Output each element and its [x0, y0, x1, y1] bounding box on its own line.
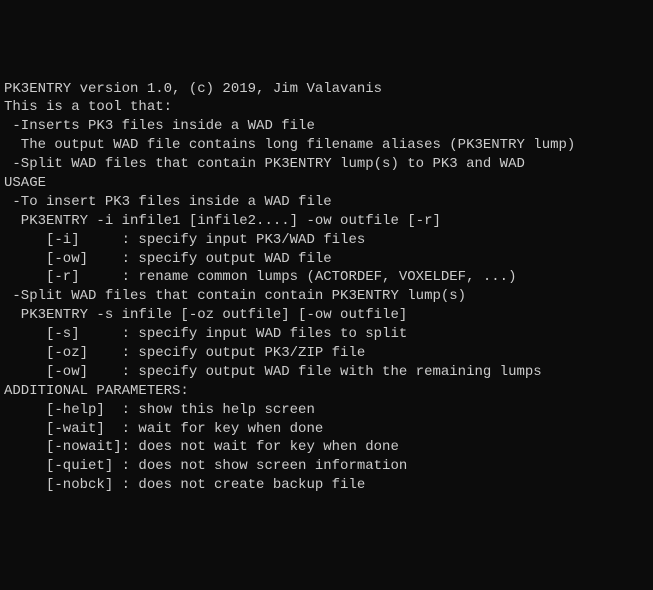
output-line: PK3ENTRY -s infile [-oz outfile] [-ow ou… — [4, 306, 653, 325]
output-line: [-ow] : specify output WAD file — [4, 250, 653, 269]
output-line: -Inserts PK3 files inside a WAD file — [4, 117, 653, 136]
output-line: [-quiet] : does not show screen informat… — [4, 457, 653, 476]
output-line: [-ow] : specify output WAD file with the… — [4, 363, 653, 382]
output-line: [-help] : show this help screen — [4, 401, 653, 420]
output-line: [-oz] : specify output PK3/ZIP file — [4, 344, 653, 363]
output-line: [-i] : specify input PK3/WAD files — [4, 231, 653, 250]
output-line: -Split WAD files that contain contain PK… — [4, 287, 653, 306]
output-line: The output WAD file contains long filena… — [4, 136, 653, 155]
output-line: PK3ENTRY version 1.0, (c) 2019, Jim Vala… — [4, 80, 653, 99]
output-line: [-wait] : wait for key when done — [4, 420, 653, 439]
output-line: This is a tool that: — [4, 98, 653, 117]
output-line: -Split WAD files that contain PK3ENTRY l… — [4, 155, 653, 174]
output-line: [-s] : specify input WAD files to split — [4, 325, 653, 344]
output-line: USAGE — [4, 174, 653, 193]
output-line: [-nowait]: does not wait for key when do… — [4, 438, 653, 457]
output-line: [-nobck] : does not create backup file — [4, 476, 653, 495]
terminal-output: PK3ENTRY version 1.0, (c) 2019, Jim Vala… — [4, 80, 653, 496]
output-line: -To insert PK3 files inside a WAD file — [4, 193, 653, 212]
output-line: ADDITIONAL PARAMETERS: — [4, 382, 653, 401]
output-line: [-r] : rename common lumps (ACTORDEF, VO… — [4, 268, 653, 287]
output-line: PK3ENTRY -i infile1 [infile2....] -ow ou… — [4, 212, 653, 231]
